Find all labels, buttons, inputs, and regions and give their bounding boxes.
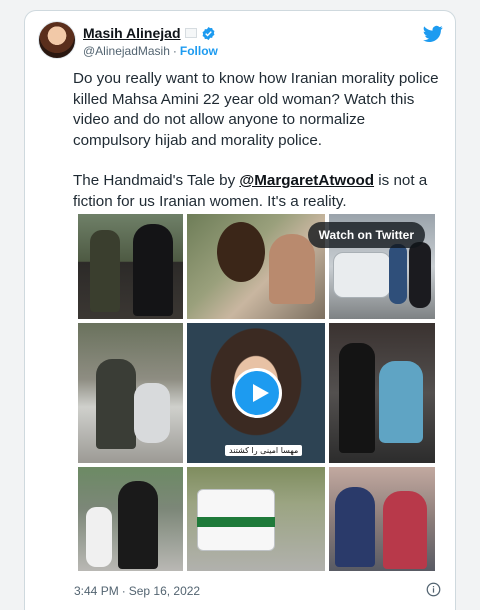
tweet-text: Do you really want to know how Iranian m…	[73, 69, 445, 232]
video-frame	[78, 467, 183, 571]
figure	[339, 343, 375, 453]
play-icon[interactable]	[232, 368, 282, 418]
figure	[134, 383, 170, 443]
handle-row: @AlinejadMasih · Follow	[83, 44, 218, 58]
video-caption: مهسا امینی را کشتند	[225, 445, 303, 456]
figure	[335, 487, 375, 567]
author-name[interactable]: Masih Alinejad	[83, 25, 181, 41]
figure	[96, 359, 136, 449]
separator-dot: ·	[172, 44, 177, 58]
figure	[133, 224, 173, 316]
watch-on-twitter-button[interactable]: Watch on Twitter	[307, 222, 425, 248]
figure	[389, 244, 407, 304]
tweet-text-part: The Handmaid's Tale by	[73, 172, 240, 189]
info-icon[interactable]	[426, 582, 441, 597]
author-handle[interactable]: @AlinejadMasih	[83, 44, 170, 58]
tweet-card: Masih Alinejad @AlinejadMasih · Follow Do …	[24, 10, 456, 610]
video-frame	[329, 467, 435, 571]
figure	[383, 491, 427, 569]
mention-link[interactable]: @MargaretAtwood	[239, 172, 374, 189]
author-name-row: Masih Alinejad	[83, 25, 216, 41]
figure	[409, 242, 431, 308]
figure	[118, 481, 158, 569]
car-shape	[333, 252, 391, 298]
follow-button[interactable]: Follow	[180, 44, 218, 58]
flag-icon	[184, 28, 197, 38]
twitter-bird-icon[interactable]	[423, 25, 443, 43]
tweet-paragraph-1: Do you really want to know how Iranian m…	[73, 70, 439, 149]
figure	[90, 230, 120, 312]
van-stripe	[197, 517, 275, 527]
video-thumbnail[interactable]: مهسا امینی را کشتند Watch on Twitter	[74, 210, 439, 575]
figure	[379, 361, 423, 443]
figure	[269, 234, 315, 304]
tweet-paragraph-2: The Handmaid's Tale by @MargaretAtwood i…	[73, 171, 445, 212]
video-frame	[78, 323, 183, 463]
verified-badge-icon	[202, 26, 214, 40]
video-frame	[78, 214, 183, 319]
figure	[86, 507, 112, 567]
video-frame	[187, 214, 325, 319]
tweet-timestamp[interactable]: 3:44 PM · Sep 16, 2022	[74, 584, 200, 598]
separator-dot: ·	[121, 584, 126, 598]
video-frame	[187, 467, 325, 571]
video-frame	[329, 323, 435, 463]
avatar[interactable]	[38, 21, 76, 59]
figure	[217, 222, 265, 282]
tweet-time: 3:44 PM	[74, 584, 119, 598]
tweet-date: Sep 16, 2022	[128, 584, 201, 598]
